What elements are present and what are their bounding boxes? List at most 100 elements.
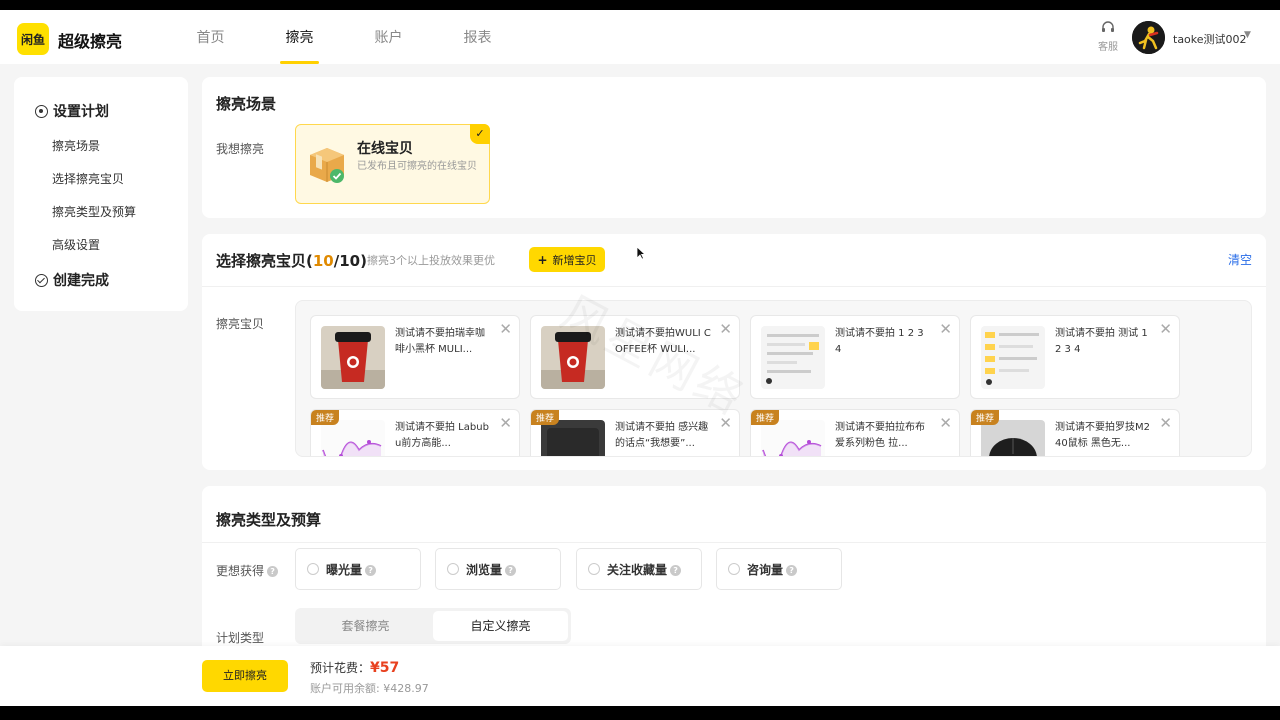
item-title: 测试请不要拍瑞幸咖啡小黑杯 MULI... <box>395 328 485 355</box>
goal-option-exposure[interactable]: 曝光量? <box>295 548 421 590</box>
headset-icon <box>1102 21 1114 32</box>
type-budget-card: 擦亮类型及预算 更想获得? 曝光量? 浏览量? 关注收藏量? 咨询量? 计划类型… <box>202 486 1266 666</box>
add-item-label: 新增宝贝 <box>552 253 597 267</box>
screenshot-thumbnail <box>981 326 1045 389</box>
clear-link[interactable]: 清空 <box>1228 251 1252 268</box>
close-icon[interactable]: ✕ <box>499 322 512 337</box>
nav-account[interactable]: 账户 <box>344 10 433 64</box>
account-balance: 账户可用余额: ¥428.97 <box>310 682 429 695</box>
divider <box>202 542 1266 543</box>
goal-option-views[interactable]: 浏览量? <box>435 548 561 590</box>
add-item-button[interactable]: + 新增宝贝 <box>529 247 605 272</box>
help-icon[interactable]: ? <box>505 565 517 576</box>
mouse-cursor-icon <box>636 246 646 260</box>
item-title: 测试请不要拍罗技M240鼠标 黑色无... <box>1055 422 1150 449</box>
close-icon[interactable]: ✕ <box>939 416 952 431</box>
sidebar-section-label: 设置计划 <box>53 104 109 120</box>
sidebar-section-setup[interactable]: 设置计划 <box>35 101 109 121</box>
item-title: 测试请不要拍 Labubu前方高能... <box>395 422 489 449</box>
sidebar-item-select-items[interactable]: 选择擦亮宝贝 <box>52 170 124 187</box>
recommend-badge: 推荐 <box>311 410 340 425</box>
items-panel[interactable]: 测试请不要拍瑞幸咖啡小黑杯 MULI... ✕ 测试请不要拍WULI COFFE… <box>295 300 1252 457</box>
scene-card-title: 擦亮场景 <box>216 95 277 113</box>
list-item[interactable]: 推荐 测试请不要拍 Labubu前方高能... ✕ <box>310 409 520 456</box>
xianyu-logo[interactable]: 闲鱼 <box>17 23 49 55</box>
scene-option-title: 在线宝贝 <box>357 141 413 157</box>
top-header: 闲鱼 超级擦亮 首页 擦亮 账户 报表 客服 taoke测试002 ▼ <box>0 10 1280 64</box>
goal-option-label: 关注收藏量? <box>607 561 682 578</box>
main-nav: 首页 擦亮 账户 报表 <box>166 10 522 64</box>
close-icon[interactable]: ✕ <box>1159 322 1172 337</box>
customer-service-label: 客服 <box>1098 42 1118 53</box>
selected-check-icon: ✓ <box>470 124 490 144</box>
help-icon[interactable]: ? <box>365 565 377 576</box>
items-field-label: 擦亮宝贝 <box>216 317 265 331</box>
nav-reports[interactable]: 报表 <box>433 10 522 64</box>
goal-option-label: 咨询量? <box>747 561 798 578</box>
close-icon[interactable]: ✕ <box>499 416 512 431</box>
goal-label-text: 更想获得 <box>216 564 265 578</box>
avatar[interactable] <box>1132 21 1165 54</box>
screenshot-thumbnail <box>761 326 825 389</box>
item-title: 测试请不要拍WULI COFFEE杯 WULI... <box>615 328 711 355</box>
plan-type-label: 计划类型 <box>216 631 265 645</box>
close-icon[interactable]: ✕ <box>1159 416 1172 431</box>
dark-object-thumbnail <box>541 420 605 456</box>
list-item[interactable]: 测试请不要拍 测试 1 2 3 4 ✕ <box>970 315 1180 399</box>
goal-option-label: 浏览量? <box>466 561 517 578</box>
close-icon[interactable]: ✕ <box>719 416 732 431</box>
plan-type-toggle: 套餐擦亮 自定义擦亮 <box>295 608 571 644</box>
list-item[interactable]: 推荐 测试请不要拍拉布布爱系列粉色 拉... ✕ <box>750 409 960 456</box>
submit-polish-button[interactable]: 立即擦亮 <box>202 660 288 692</box>
sidebar-section-done[interactable]: 创建完成 <box>35 270 109 290</box>
sidebar-item-type-budget[interactable]: 擦亮类型及预算 <box>52 203 136 220</box>
plan-option-custom[interactable]: 自定义擦亮 <box>433 611 568 641</box>
close-icon[interactable]: ✕ <box>939 322 952 337</box>
list-item[interactable]: 推荐 测试请不要拍 感兴趣的话点“我想要”... ✕ <box>530 409 740 456</box>
sidebar-item-scene[interactable]: 擦亮场景 <box>52 137 100 154</box>
list-item[interactable]: 测试请不要拍WULI COFFEE杯 WULI... ✕ <box>530 315 740 399</box>
goal-option-inquiries[interactable]: 咨询量? <box>716 548 842 590</box>
item-title: 测试请不要拍 1 2 3 4 <box>835 328 924 355</box>
chart-thumbnail <box>321 420 385 456</box>
user-name[interactable]: taoke测试002 <box>1173 31 1247 47</box>
coffee-cup-thumbnail <box>541 326 605 389</box>
caret-down-icon[interactable]: ▼ <box>1244 30 1251 40</box>
list-item[interactable]: 测试请不要拍 1 2 3 4 ✕ <box>750 315 960 399</box>
divider <box>202 286 1266 287</box>
nav-home[interactable]: 首页 <box>166 10 255 64</box>
radio-dot-icon <box>35 104 48 118</box>
chart-thumbnail <box>761 420 825 456</box>
cost-value: ¥57 <box>370 660 400 676</box>
list-item[interactable]: 推荐 测试请不要拍罗技M240鼠标 黑色无... ✕ <box>970 409 1180 456</box>
sidebar-item-advanced[interactable]: 高级设置 <box>52 236 100 253</box>
close-icon[interactable]: ✕ <box>719 322 732 337</box>
select-hint: 擦亮3个以上投放效果更优 <box>367 254 495 267</box>
goal-option-label: 曝光量? <box>326 561 377 578</box>
scene-option-online-items[interactable]: 在线宝贝 已发布且可擦亮的在线宝贝 ✓ <box>295 124 490 204</box>
goal-option-follows[interactable]: 关注收藏量? <box>576 548 702 590</box>
recommend-badge: 推荐 <box>751 410 780 425</box>
item-title: 测试请不要拍拉布布爱系列粉色 拉... <box>835 422 925 449</box>
recommend-badge: 推荐 <box>971 410 1000 425</box>
select-title-text: 选择擦亮宝贝 <box>216 252 307 270</box>
nav-polish[interactable]: 擦亮 <box>255 10 344 64</box>
scene-field-label: 我想擦亮 <box>216 142 265 156</box>
list-item[interactable]: 测试请不要拍瑞幸咖啡小黑杯 MULI... ✕ <box>310 315 520 399</box>
customer-service-button[interactable]: 客服 <box>1094 20 1122 53</box>
radio-icon <box>588 563 600 575</box>
radio-icon <box>447 563 459 575</box>
recommend-badge: 推荐 <box>531 410 560 425</box>
scene-option-desc: 已发布且可擦亮的在线宝贝 <box>357 161 477 172</box>
help-icon[interactable]: ? <box>267 566 279 577</box>
coffee-cup-thumbnail <box>321 326 385 389</box>
plan-option-package[interactable]: 套餐擦亮 <box>298 611 433 641</box>
package-box-icon <box>310 148 344 183</box>
item-title: 测试请不要拍 测试 1 2 3 4 <box>1055 328 1148 355</box>
sidebar-section-label: 创建完成 <box>53 273 109 289</box>
avatar-figure-icon <box>1132 21 1165 54</box>
steps-sidebar: 设置计划 擦亮场景 选择擦亮宝贝 擦亮类型及预算 高级设置 创建完成 <box>14 77 188 311</box>
help-icon[interactable]: ? <box>786 565 798 576</box>
select-items-title: 选择擦亮宝贝(10/10) <box>216 252 367 270</box>
help-icon[interactable]: ? <box>670 565 682 576</box>
